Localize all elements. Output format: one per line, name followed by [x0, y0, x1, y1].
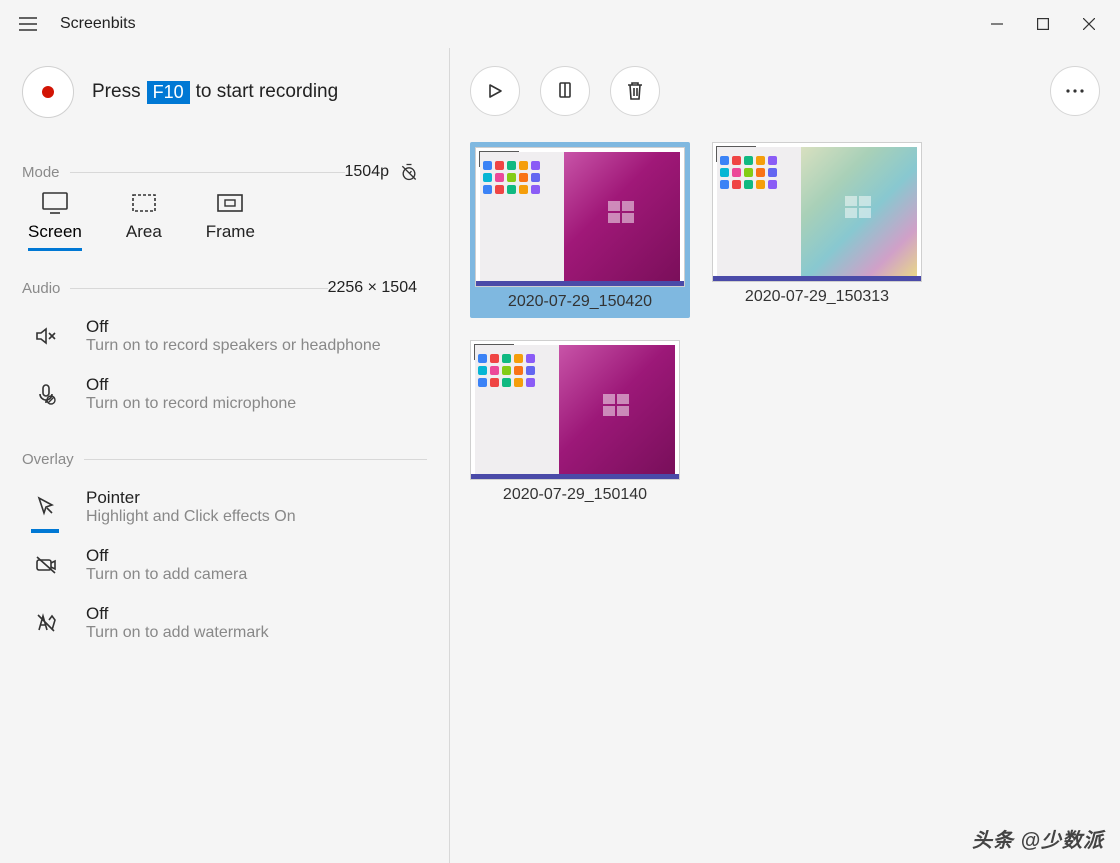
active-indicator: [31, 529, 59, 533]
mode-frame[interactable]: Frame: [206, 192, 255, 251]
pointer-sub: Highlight and Click effects On: [86, 508, 296, 526]
mode-resolution: 1504p: [345, 163, 390, 181]
app-title: Screenbits: [60, 15, 136, 33]
settings-panel: Press F10 to start recording Mode 1504p: [0, 48, 450, 863]
menu-button[interactable]: [8, 4, 48, 44]
record-pre: Press: [92, 81, 141, 103]
camera-title: Off: [86, 546, 247, 566]
minimize-button[interactable]: [974, 4, 1020, 44]
area-icon: [132, 192, 156, 214]
speaker-off-icon: [28, 324, 64, 348]
pointer-title: Pointer: [86, 488, 296, 508]
record-hint: Press F10 to start recording: [92, 81, 338, 104]
play-button[interactable]: [470, 66, 520, 116]
delete-button[interactable]: [610, 66, 660, 116]
camera-off-icon: [28, 553, 64, 577]
mic-title: Off: [86, 375, 296, 395]
clip-thumbnail: 00:08: [712, 142, 922, 282]
audio-dimensions: 2256 × 1504: [328, 279, 417, 297]
clip-item[interactable]: 00:08 2020-07-29_150140: [470, 340, 680, 504]
clip-item[interactable]: 00:08 2020-07-29_150420: [470, 142, 690, 318]
mode-area[interactable]: Area: [126, 192, 162, 251]
close-button[interactable]: [1066, 4, 1112, 44]
timer-off-icon[interactable]: [399, 162, 419, 182]
maximize-button[interactable]: [1020, 4, 1066, 44]
gallery-panel: 00:08 2020-07-29_150420 00:08 2020-07-29_15…: [450, 48, 1120, 863]
watermark-title: Off: [86, 604, 269, 624]
pin-button[interactable]: [540, 66, 590, 116]
pointer-icon: [28, 495, 64, 519]
overlay-camera-row[interactable]: Off Turn on to add camera: [22, 536, 427, 594]
record-button[interactable]: [22, 66, 74, 118]
clip-thumbnail: 00:08: [470, 340, 680, 480]
mode-label: Mode: [22, 164, 60, 181]
watermark-off-icon: [28, 611, 64, 635]
overlay-pointer-row[interactable]: Pointer Highlight and Click effects On: [22, 478, 427, 536]
speakers-sub: Turn on to record speakers or headphone: [86, 337, 381, 355]
more-button[interactable]: [1050, 66, 1100, 116]
audio-speakers-row[interactable]: Off Turn on to record speakers or headph…: [22, 307, 427, 365]
clip-item[interactable]: 00:08 2020-07-29_150313: [712, 142, 922, 318]
record-post: to start recording: [196, 81, 339, 103]
camera-sub: Turn on to add camera: [86, 566, 247, 584]
hotkey-badge: F10: [147, 81, 190, 104]
clip-name: 2020-07-29_150420: [508, 293, 652, 311]
speakers-title: Off: [86, 317, 381, 337]
watermark-sub: Turn on to add watermark: [86, 624, 269, 642]
screen-icon: [42, 192, 68, 214]
titlebar: Screenbits: [0, 0, 1120, 48]
image-watermark: 头条 @少数派: [972, 824, 1104, 853]
overlay-label: Overlay: [22, 451, 74, 468]
record-icon: [42, 86, 54, 98]
mic-sub: Turn on to record microphone: [86, 395, 296, 413]
clip-name: 2020-07-29_150313: [745, 288, 889, 306]
overlay-watermark-row[interactable]: Off Turn on to add watermark: [22, 594, 427, 652]
audio-label: Audio: [22, 280, 60, 297]
clip-thumbnail: 00:08: [475, 147, 685, 287]
frame-icon: [217, 192, 243, 214]
audio-mic-row[interactable]: Off Turn on to record microphone: [22, 365, 427, 423]
mic-off-icon: [28, 382, 64, 406]
clip-name: 2020-07-29_150140: [503, 486, 647, 504]
mode-screen[interactable]: Screen: [28, 192, 82, 251]
